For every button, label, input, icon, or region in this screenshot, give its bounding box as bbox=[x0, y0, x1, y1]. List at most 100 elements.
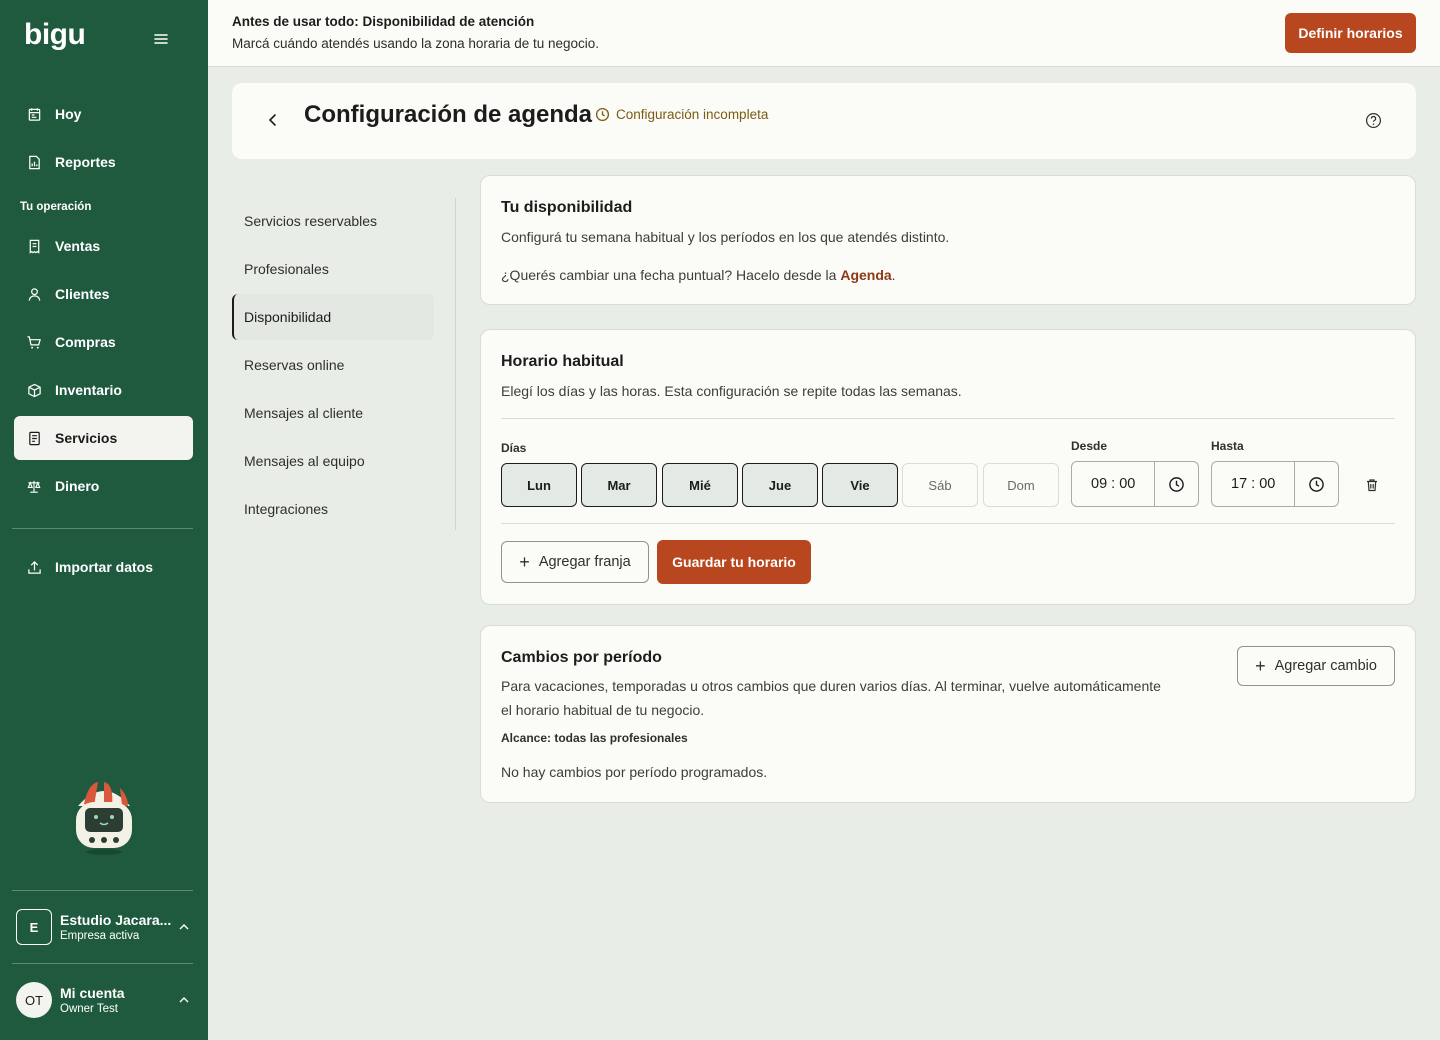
availability-note: ¿Querés cambiar una fecha puntual? Hacel… bbox=[501, 263, 896, 287]
sidebar-item-dinero[interactable]: Dinero bbox=[14, 464, 193, 508]
subnav-item-mensajes-equipo[interactable]: Mensajes al equipo bbox=[232, 438, 434, 484]
sidebar-item-label: Importar datos bbox=[55, 559, 154, 575]
sidebar-item-label: Hoy bbox=[55, 106, 82, 122]
subnav-item-reservas-online[interactable]: Reservas online bbox=[232, 342, 434, 388]
business-name: Estudio Jacara... bbox=[60, 912, 172, 928]
report-icon bbox=[26, 154, 42, 170]
setup-banner: Antes de usar todo: Disponibilidad de at… bbox=[208, 0, 1440, 67]
day-toggle-lun[interactable]: Lun bbox=[501, 463, 577, 507]
sidebar-item-label: Ventas bbox=[55, 238, 101, 254]
trash-icon[interactable] bbox=[1365, 478, 1379, 492]
add-slot-button[interactable]: + Agregar franja bbox=[501, 541, 649, 583]
sidebar-item-reportes[interactable]: Reportes bbox=[14, 140, 193, 184]
schedule-description: Elegí los días y las horas. Esta configu… bbox=[501, 383, 962, 399]
subnav-item-integraciones[interactable]: Integraciones bbox=[232, 486, 434, 532]
account-menu[interactable]: OT Mi cuenta Owner Test bbox=[12, 972, 195, 1028]
receipt-icon bbox=[26, 238, 42, 254]
sidebar-item-compras[interactable]: Compras bbox=[14, 320, 193, 364]
day-toggle-mar[interactable]: Mar bbox=[581, 463, 657, 507]
day-toggle-mie[interactable]: Mié bbox=[662, 463, 738, 507]
sidebar-item-hoy[interactable]: Hoy bbox=[14, 92, 193, 136]
day-toggle-jue[interactable]: Jue bbox=[742, 463, 818, 507]
add-slot-label: Agregar franja bbox=[538, 554, 631, 570]
plus-icon: + bbox=[1255, 656, 1266, 676]
availability-title: Tu disponibilidad bbox=[501, 199, 633, 216]
sidebar-item-label: Clientes bbox=[55, 286, 110, 302]
sidebar-divider bbox=[12, 528, 193, 529]
add-change-button[interactable]: + Agregar cambio bbox=[1237, 646, 1395, 686]
sidebar: bigu Hoy Reportes Tu operación Ventas Cl… bbox=[0, 0, 208, 1040]
to-label: Hasta bbox=[1211, 439, 1244, 453]
sidebar-item-label: Reportes bbox=[55, 154, 116, 170]
availability-description: Configurá tu semana habitual y los perío… bbox=[501, 229, 950, 245]
plus-icon: + bbox=[519, 552, 530, 572]
business-avatar: E bbox=[16, 909, 52, 945]
days-label: Días bbox=[501, 441, 527, 455]
cart-icon bbox=[26, 334, 42, 350]
brand-logo[interactable]: bigu bbox=[24, 18, 86, 52]
clock-icon bbox=[595, 107, 610, 122]
sidebar-divider bbox=[12, 890, 193, 891]
day-toggle-vie[interactable]: Vie bbox=[822, 463, 898, 507]
sidebar-item-label: Servicios bbox=[55, 430, 118, 446]
from-time-field[interactable]: 09 : 00 bbox=[1071, 461, 1199, 507]
mascot-illustration bbox=[76, 782, 132, 855]
sidebar-item-ventas[interactable]: Ventas bbox=[14, 224, 193, 268]
sidebar-item-inventario[interactable]: Inventario bbox=[14, 368, 193, 412]
clock-icon[interactable] bbox=[1154, 462, 1198, 506]
business-switcher[interactable]: E Estudio Jacara... Empresa activa bbox=[12, 899, 195, 955]
chevron-up-icon bbox=[179, 997, 189, 1003]
period-changes-description-line2: el horario habitual de tu negocio. bbox=[501, 702, 705, 718]
banner-subtitle: Marcá cuándo atendés usando la zona hora… bbox=[232, 36, 600, 51]
divider bbox=[501, 418, 1395, 419]
subnav-item-mensajes-cliente[interactable]: Mensajes al cliente bbox=[232, 390, 434, 436]
from-time-input[interactable]: 09 : 00 bbox=[1072, 476, 1154, 492]
account-name: Owner Test bbox=[60, 1003, 118, 1015]
settings-subnav: Servicios reservables Profesionales Disp… bbox=[232, 198, 456, 530]
status-badge: Configuración incompleta bbox=[595, 107, 768, 122]
availability-card: Tu disponibilidad Configurá tu semana ha… bbox=[480, 175, 1416, 305]
day-toggle-dom[interactable]: Dom bbox=[983, 463, 1059, 507]
banner-title: Antes de usar todo: Disponibilidad de at… bbox=[232, 14, 535, 29]
chevron-up-icon bbox=[179, 924, 189, 930]
period-changes-card: Cambios por período Para vacaciones, tem… bbox=[480, 625, 1416, 803]
note-suffix: . bbox=[891, 267, 896, 283]
calendar-today-icon bbox=[26, 106, 42, 122]
agenda-link[interactable]: Agenda bbox=[840, 267, 891, 283]
page-header: Configuración de agenda Configuración in… bbox=[232, 83, 1416, 159]
back-arrow-icon[interactable] bbox=[264, 111, 282, 129]
define-hours-button[interactable]: Definir horarios bbox=[1285, 13, 1416, 53]
user-icon bbox=[26, 286, 42, 302]
add-change-label: Agregar cambio bbox=[1274, 658, 1377, 674]
status-text: Configuración incompleta bbox=[616, 107, 769, 122]
sidebar-item-label: Inventario bbox=[55, 382, 122, 398]
business-status: Empresa activa bbox=[60, 930, 140, 942]
day-toggle-sab[interactable]: Sáb bbox=[902, 463, 978, 507]
services-icon bbox=[26, 430, 42, 446]
from-label: Desde bbox=[1071, 439, 1108, 453]
sidebar-item-servicios[interactable]: Servicios bbox=[14, 416, 193, 460]
subnav-item-servicios-reservables[interactable]: Servicios reservables bbox=[232, 198, 434, 244]
to-time-input[interactable]: 17 : 00 bbox=[1212, 476, 1294, 492]
sidebar-item-clientes[interactable]: Clientes bbox=[14, 272, 193, 316]
help-icon[interactable] bbox=[1365, 112, 1382, 129]
period-changes-title: Cambios por período bbox=[501, 649, 662, 666]
subnav-item-profesionales[interactable]: Profesionales bbox=[232, 246, 434, 292]
page-title: Configuración de agenda bbox=[304, 101, 593, 128]
hamburger-menu-icon[interactable] bbox=[150, 28, 172, 50]
schedule-card: Horario habitual Elegí los días y las ho… bbox=[480, 329, 1416, 605]
clock-icon[interactable] bbox=[1294, 462, 1338, 506]
sidebar-item-label: Compras bbox=[55, 334, 116, 350]
subnav-item-disponibilidad[interactable]: Disponibilidad bbox=[232, 294, 434, 340]
sidebar-item-label: Dinero bbox=[55, 478, 100, 494]
account-title: Mi cuenta bbox=[60, 985, 125, 1001]
sidebar-item-importar[interactable]: Importar datos bbox=[14, 545, 193, 589]
box-icon bbox=[26, 382, 42, 398]
save-schedule-button[interactable]: Guardar tu horario bbox=[657, 540, 811, 584]
period-changes-description-line1: Para vacaciones, temporadas u otros camb… bbox=[501, 678, 1161, 694]
to-time-field[interactable]: 17 : 00 bbox=[1211, 461, 1339, 507]
scope-label: Alcance: todas las profesionales bbox=[501, 731, 688, 745]
note-prefix: ¿Querés cambiar una fecha puntual? Hacel… bbox=[501, 267, 841, 283]
avatar: OT bbox=[16, 982, 52, 1018]
sidebar-divider bbox=[12, 963, 193, 964]
